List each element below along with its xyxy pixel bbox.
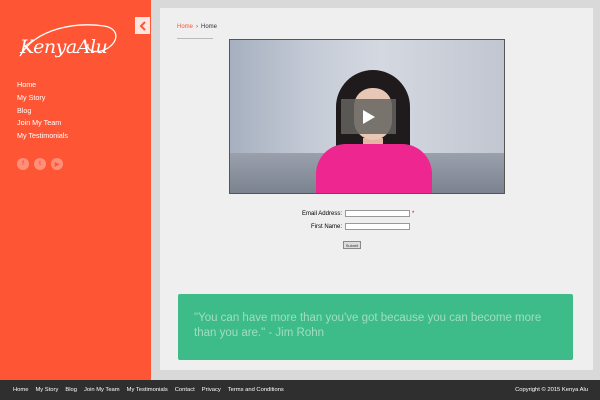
quote-box: "You can have more than you've got becau… (178, 294, 573, 360)
footer-link-contact[interactable]: Contact (175, 387, 195, 393)
email-row: Email Address: * (282, 210, 414, 217)
first-name-input[interactable] (345, 223, 410, 230)
nav-item-my-testimonials[interactable]: My Testimonials (17, 130, 68, 143)
twitter-icon[interactable]: t (34, 158, 46, 170)
nav-item-my-story[interactable]: My Story (17, 92, 68, 105)
facebook-icon[interactable]: f (17, 158, 29, 170)
footer-link-my-story[interactable]: My Story (35, 387, 58, 393)
footer-links: Home My Story Blog Join My Team My Testi… (13, 387, 284, 393)
copyright-text: Copyright © 2015 Kenya Alu (515, 387, 588, 393)
sidebar-nav: Home My Story Blog Join My Team My Testi… (17, 79, 68, 143)
logo-text: KenyaAlu (20, 36, 108, 58)
breadcrumb-separator: › (196, 24, 199, 30)
required-marker: * (412, 210, 415, 217)
sidebar: KenyaAlu Home My Story Blog Join My Team… (0, 0, 151, 380)
breadcrumb-divider (177, 38, 213, 39)
email-input[interactable] (345, 210, 410, 217)
site-logo[interactable]: KenyaAlu (16, 18, 120, 68)
video-player[interactable] (229, 39, 505, 194)
footer-link-blog[interactable]: Blog (65, 387, 77, 393)
sidebar-collapse-button[interactable] (135, 17, 150, 34)
breadcrumb: Home › Home (177, 24, 217, 30)
footer-link-home[interactable]: Home (13, 387, 28, 393)
footer-link-my-testimonials[interactable]: My Testimonials (127, 387, 168, 393)
video-person-body (316, 144, 432, 193)
breadcrumb-current: Home (201, 24, 218, 30)
first-name-row: First Name: (282, 223, 410, 230)
youtube-icon[interactable]: ▶ (51, 158, 63, 170)
submit-button[interactable]: Submit (343, 241, 361, 249)
social-links: f t ▶ (17, 158, 63, 170)
play-button[interactable] (341, 99, 396, 134)
first-name-label: First Name: (310, 223, 342, 230)
email-label: Email Address: (301, 210, 342, 217)
nav-item-home[interactable]: Home (17, 79, 68, 92)
chevron-left-icon (139, 20, 146, 31)
footer: Home My Story Blog Join My Team My Testi… (0, 380, 600, 400)
breadcrumb-home-link[interactable]: Home (177, 24, 193, 30)
footer-link-privacy[interactable]: Privacy (202, 387, 221, 393)
quote-text: "You can have more than you've got becau… (194, 312, 542, 339)
footer-link-terms[interactable]: Terms and Conditions (228, 387, 284, 393)
nav-item-blog[interactable]: Blog (17, 105, 68, 118)
footer-link-join-my-team[interactable]: Join My Team (84, 387, 120, 393)
play-icon (362, 109, 375, 124)
nav-item-join-my-team[interactable]: Join My Team (17, 117, 68, 130)
